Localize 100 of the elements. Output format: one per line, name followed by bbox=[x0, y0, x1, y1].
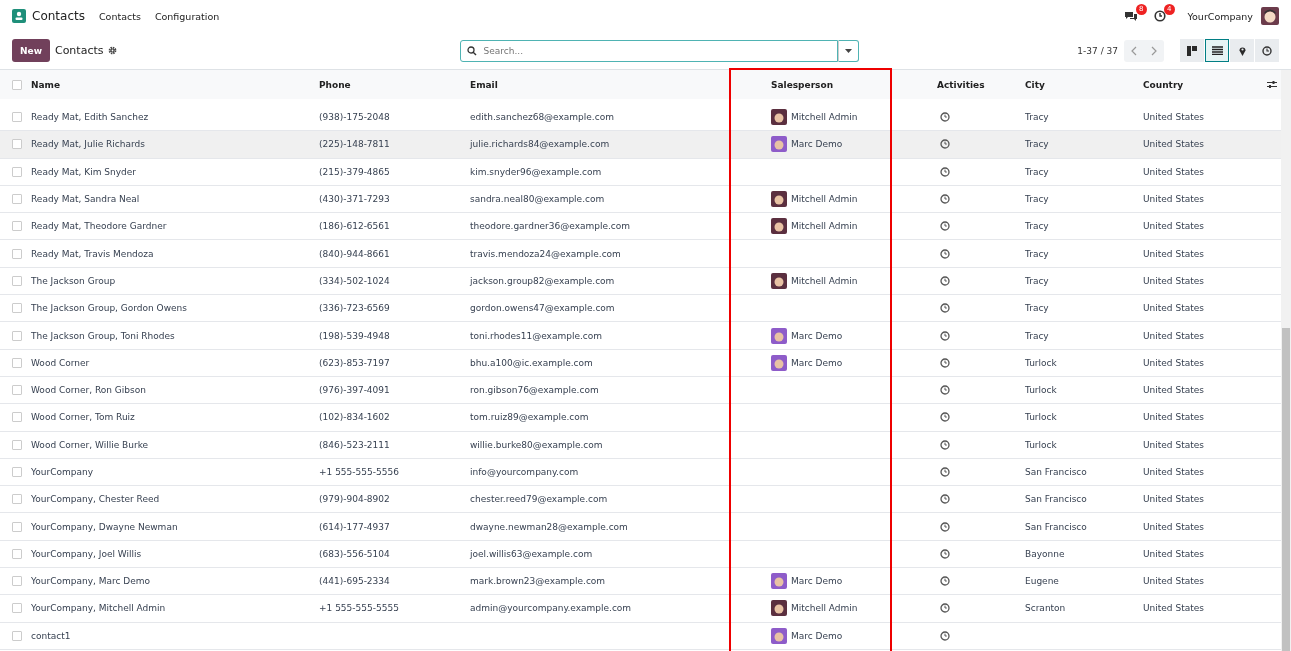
row-checkbox[interactable] bbox=[11, 112, 22, 123]
scrollbar[interactable] bbox=[1281, 70, 1291, 651]
table-cell: United States bbox=[1143, 166, 1204, 177]
table-cell: Tracy bbox=[1025, 139, 1049, 150]
row-checkbox[interactable] bbox=[11, 357, 22, 368]
table-cell: (614)-177-4937 bbox=[319, 521, 390, 532]
table-cell: Tracy bbox=[1025, 248, 1049, 259]
clock-icon[interactable] bbox=[940, 467, 950, 477]
row-checkbox[interactable] bbox=[11, 275, 22, 286]
row-checkbox[interactable] bbox=[11, 412, 22, 423]
search-options-button[interactable] bbox=[838, 39, 860, 62]
new-button[interactable]: New bbox=[12, 39, 50, 62]
clock-icon[interactable] bbox=[1153, 10, 1166, 22]
search-field[interactable]: Search... bbox=[460, 39, 839, 62]
table-cell: YourCompany, Dwayne Newman bbox=[31, 521, 178, 532]
table-cell: Ready Mat, Sandra Neal bbox=[31, 194, 140, 205]
row-checkbox[interactable] bbox=[11, 303, 22, 314]
table-cell: Eugene bbox=[1025, 576, 1059, 587]
clock-icon[interactable] bbox=[940, 357, 950, 368]
clock-icon[interactable] bbox=[940, 248, 950, 259]
column-header[interactable]: Salesperson bbox=[771, 79, 834, 90]
table-cell: Wood Corner, Willie Burke bbox=[31, 439, 149, 450]
sliders-icon[interactable] bbox=[1267, 80, 1277, 89]
row-checkbox[interactable] bbox=[11, 166, 22, 177]
scrollbar-thumb[interactable] bbox=[1282, 328, 1290, 651]
clock-icon[interactable] bbox=[940, 439, 950, 450]
table-cell: United States bbox=[1143, 521, 1204, 532]
row-checkbox[interactable] bbox=[11, 385, 22, 396]
clock-icon[interactable] bbox=[940, 330, 950, 341]
clock-icon[interactable] bbox=[940, 603, 950, 614]
row-checkbox[interactable] bbox=[11, 521, 22, 532]
row-checkbox[interactable] bbox=[11, 576, 22, 587]
activity-view-button[interactable] bbox=[1255, 39, 1279, 62]
chevron-left-icon bbox=[1131, 45, 1137, 56]
clock-icon[interactable] bbox=[940, 576, 950, 587]
clock-icon[interactable] bbox=[940, 139, 950, 150]
clock-icon[interactable] bbox=[940, 630, 950, 641]
clock-icon[interactable] bbox=[940, 275, 950, 286]
user-avatar-icon[interactable] bbox=[1261, 7, 1279, 25]
table-cell: (846)-523-2111 bbox=[319, 439, 390, 450]
table-cell: United States bbox=[1143, 576, 1204, 587]
column-header[interactable]: Phone bbox=[319, 79, 351, 90]
clock-icon[interactable] bbox=[940, 385, 950, 396]
clock-icon[interactable] bbox=[940, 221, 950, 232]
clock-icon[interactable] bbox=[940, 494, 950, 505]
clock-icon[interactable] bbox=[940, 521, 950, 532]
menu-item[interactable]: Contacts bbox=[98, 10, 141, 22]
chat-icon[interactable] bbox=[1123, 10, 1138, 22]
table-cell: Ready Mat, Theodore Gardner bbox=[31, 221, 167, 232]
column-header[interactable]: Country bbox=[1143, 79, 1184, 90]
row-checkbox[interactable] bbox=[11, 439, 22, 450]
salesperson-name: Marc Demo bbox=[791, 357, 843, 368]
clock-icon[interactable] bbox=[940, 166, 950, 177]
table-cell: (225)-148-7811 bbox=[319, 139, 390, 150]
table-cell: The Jackson Group bbox=[31, 275, 116, 286]
row-checkbox[interactable] bbox=[11, 248, 22, 259]
row-checkbox[interactable] bbox=[11, 467, 22, 477]
app-name[interactable]: Contacts bbox=[32, 9, 85, 23]
row-checkbox[interactable] bbox=[11, 630, 22, 641]
table-cell: toni.rhodes11@example.com bbox=[470, 330, 603, 341]
clock-icon[interactable] bbox=[940, 548, 950, 559]
row-checkbox[interactable] bbox=[11, 139, 22, 150]
column-header[interactable]: City bbox=[1025, 79, 1045, 90]
table-cell: Wood Corner bbox=[31, 357, 90, 368]
table-cell: United States bbox=[1143, 385, 1204, 396]
table-cell: julie.richards84@example.com bbox=[470, 139, 610, 150]
app-logo-icon[interactable] bbox=[12, 9, 26, 23]
column-header[interactable]: Name bbox=[31, 79, 61, 90]
salesperson-name: Marc Demo bbox=[791, 330, 843, 341]
table-cell: Ready Mat, Travis Mendoza bbox=[31, 248, 154, 259]
clock-icon[interactable] bbox=[940, 194, 950, 205]
table-cell: YourCompany, Mitchell Admin bbox=[31, 603, 166, 614]
table-cell: YourCompany, Marc Demo bbox=[31, 576, 151, 587]
row-checkbox[interactable] bbox=[11, 194, 22, 205]
clock-icon[interactable] bbox=[940, 112, 950, 123]
table-cell: (334)-502-1024 bbox=[319, 275, 390, 286]
table-cell: (336)-723-6569 bbox=[319, 303, 390, 314]
column-header[interactable]: Activities bbox=[937, 79, 985, 90]
table-cell: United States bbox=[1143, 330, 1204, 341]
settings-icon[interactable] bbox=[108, 46, 118, 55]
map-view-button[interactable] bbox=[1230, 39, 1254, 62]
table-cell: (198)-539-4948 bbox=[319, 330, 390, 341]
table-cell: United States bbox=[1143, 303, 1204, 314]
table-cell: Tracy bbox=[1025, 194, 1049, 205]
row-checkbox[interactable] bbox=[11, 221, 22, 232]
row-checkbox[interactable] bbox=[11, 603, 22, 614]
clock-icon[interactable] bbox=[940, 303, 950, 314]
select-all-checkbox[interactable] bbox=[11, 79, 22, 90]
row-checkbox[interactable] bbox=[11, 494, 22, 505]
row-checkbox[interactable] bbox=[11, 548, 22, 559]
table-cell: (430)-371-7293 bbox=[319, 194, 390, 205]
company-name[interactable]: YourCompany bbox=[1187, 10, 1253, 22]
column-header[interactable]: Email bbox=[470, 79, 498, 90]
table-cell: tom.ruiz89@example.com bbox=[470, 412, 589, 423]
kanban-view-button[interactable] bbox=[1180, 39, 1204, 62]
row-checkbox[interactable] bbox=[11, 330, 22, 341]
list-view-button[interactable] bbox=[1205, 39, 1229, 62]
clock-icon[interactable] bbox=[940, 412, 950, 423]
map-pin-icon bbox=[1238, 45, 1246, 56]
menu-item[interactable]: Configuration bbox=[154, 10, 220, 22]
